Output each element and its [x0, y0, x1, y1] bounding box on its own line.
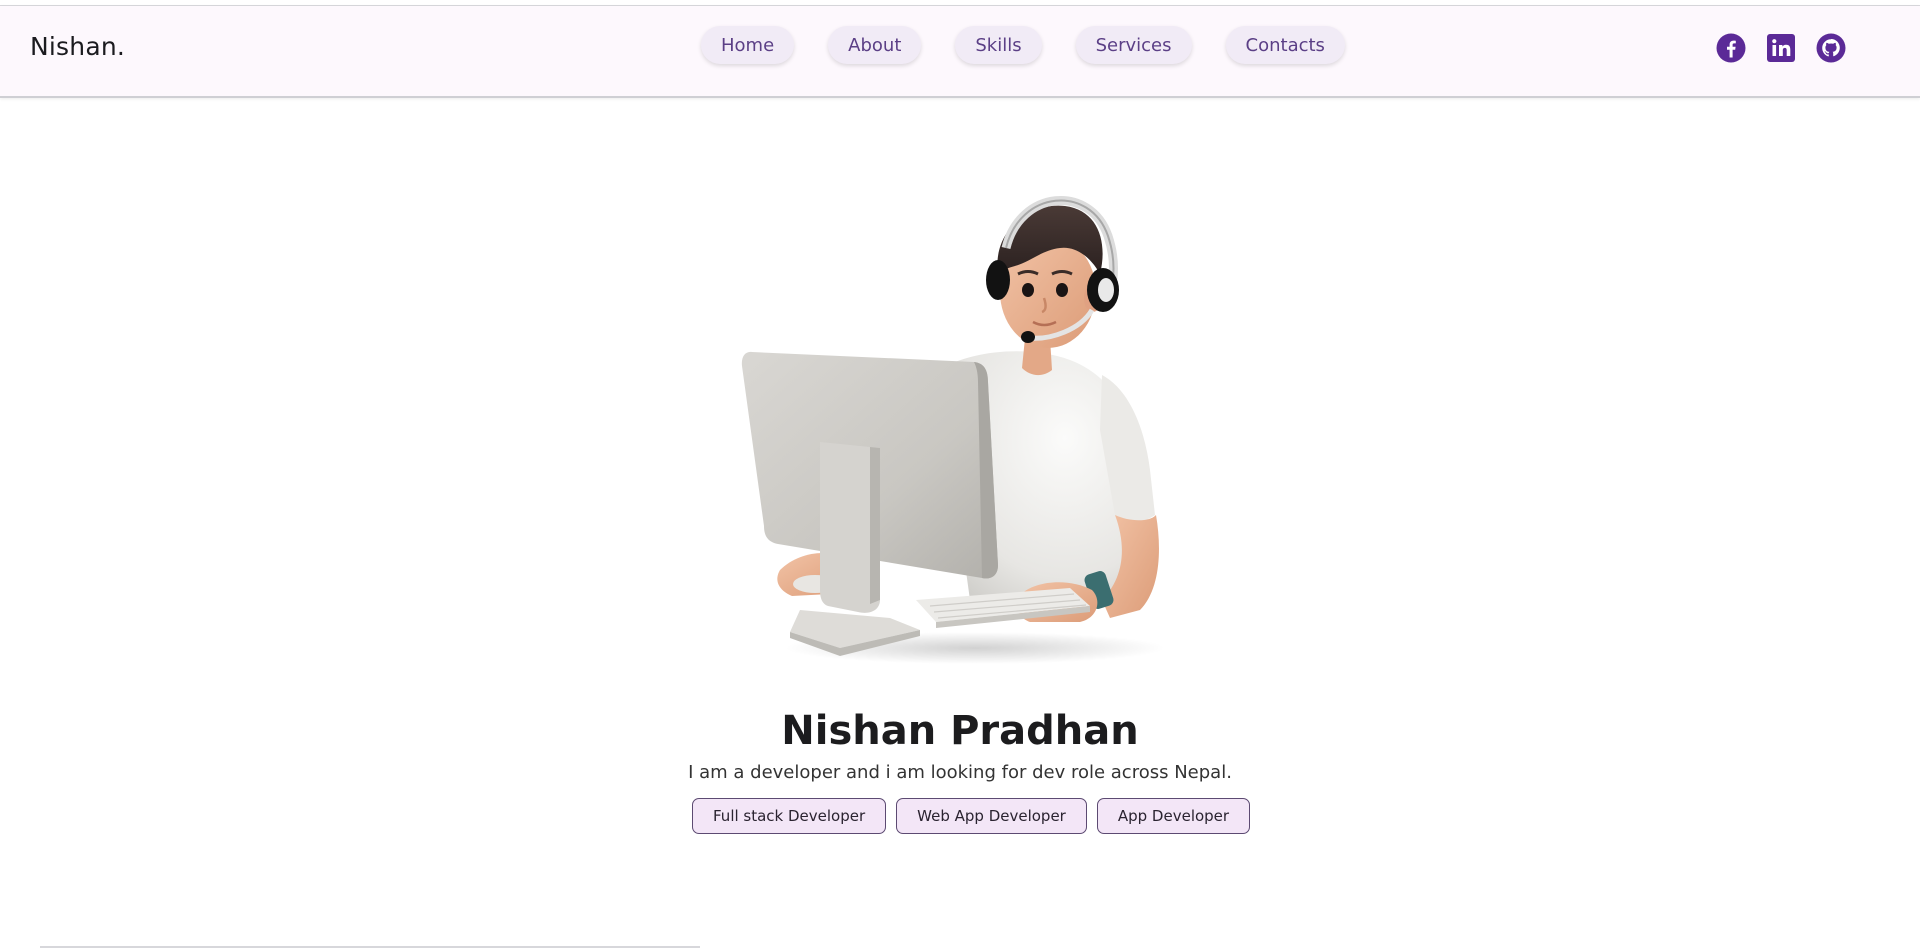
social-links — [1716, 33, 1846, 63]
bottom-divider — [40, 946, 700, 948]
main-nav: Home About Skills Services Contacts — [701, 26, 1345, 64]
nav-contacts[interactable]: Contacts — [1225, 26, 1345, 64]
nav-skills[interactable]: Skills — [955, 26, 1042, 64]
role-web-app-developer[interactable]: Web App Developer — [896, 798, 1087, 834]
role-full-stack-developer[interactable]: Full stack Developer — [692, 798, 887, 834]
github-icon[interactable] — [1816, 33, 1846, 63]
linkedin-icon[interactable] — [1766, 33, 1796, 63]
hero-tagline: I am a developer and i am looking for de… — [688, 762, 1232, 783]
nav-about[interactable]: About — [828, 26, 922, 64]
brand-logo[interactable]: Nishan. — [30, 32, 125, 61]
nav-services[interactable]: Services — [1075, 26, 1192, 64]
navbar: Nishan. Home About Skills Services Conta… — [0, 6, 1920, 98]
developer-illustration — [730, 170, 1210, 670]
facebook-icon[interactable] — [1716, 33, 1746, 63]
role-app-developer[interactable]: App Developer — [1096, 798, 1251, 834]
nav-home[interactable]: Home — [701, 26, 795, 64]
role-chips: Full stack Developer Web App Developer A… — [692, 798, 1251, 834]
hero-name: Nishan Pradhan — [781, 708, 1139, 754]
